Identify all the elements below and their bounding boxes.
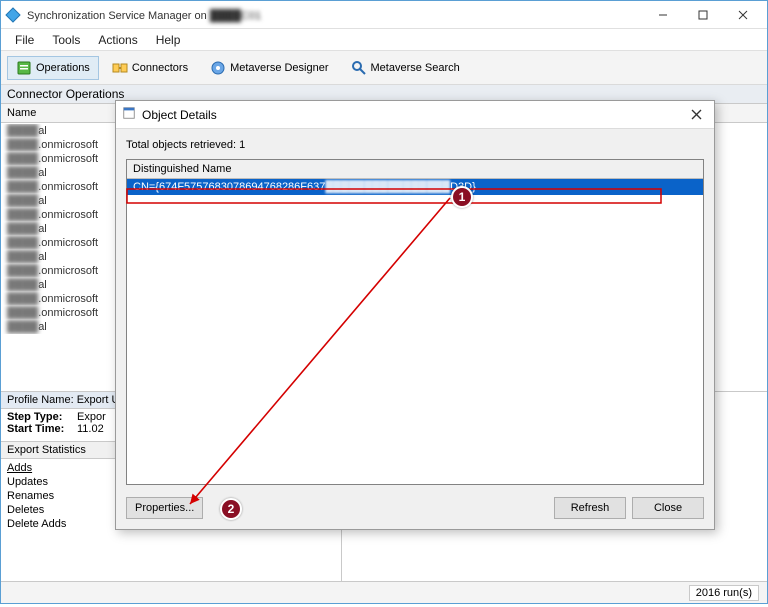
list-item[interactable]: ████al [1,194,116,208]
close-button-dialog[interactable]: Close [632,497,704,519]
toolbar-metaverse-search[interactable]: Metaverse Search [342,56,469,80]
list-item[interactable]: ████.onmicrosoft [1,138,116,152]
menu-help[interactable]: Help [148,31,189,49]
toolbar-connectors-label: Connectors [132,62,188,74]
object-details-dialog: Object Details Total objects retrieved: … [115,100,715,530]
toolbar: Operations Connectors Metaverse Designer… [1,51,767,85]
title-prefix: Synchronization Service Manager on [27,10,210,22]
minimize-button[interactable] [643,3,683,27]
dn-value-suffix: D3D} [450,181,476,193]
dialog-close-button[interactable] [684,105,708,125]
toolbar-metaverse-designer[interactable]: Metaverse Designer [201,56,337,80]
list-item[interactable]: ████al [1,124,116,138]
maximize-button[interactable] [683,3,723,27]
list-item[interactable]: ████.onmicrosoft [1,180,116,194]
metaverse-search-icon [351,60,367,76]
toolbar-operations[interactable]: Operations [7,56,99,80]
app-icon [5,7,21,23]
total-objects-label: Total objects retrieved: 1 [126,139,704,151]
list-item[interactable]: ████.onmicrosoft [1,208,116,222]
dn-value-prefix: CN={674F5757683078694768286F637 [133,181,325,193]
dialog-icon [122,106,136,123]
refresh-button[interactable]: Refresh [554,497,626,519]
menu-tools[interactable]: Tools [44,31,88,49]
start-time-value: 11.02 [77,423,104,435]
dialog-titlebar[interactable]: Object Details [116,101,714,129]
column-name[interactable]: Name [1,104,116,122]
menu-file[interactable]: File [7,31,42,49]
dn-table: Distinguished Name CN={674F5757683078694… [126,159,704,485]
dn-selected-row[interactable]: CN={674F5757683078694768286F637█████████… [127,179,703,195]
step-type-value: Expor [77,411,106,423]
toolbar-operations-label: Operations [36,62,90,74]
list-item[interactable]: ████al [1,250,116,264]
connectors-icon [112,60,128,76]
menubar: File Tools Actions Help [1,29,767,51]
list-item[interactable]: ████.onmicrosoft [1,264,116,278]
toolbar-connectors[interactable]: Connectors [103,56,197,80]
list-item[interactable]: ████al [1,166,116,180]
dn-column-header[interactable]: Distinguished Name [127,160,703,179]
toolbar-metaverse-search-label: Metaverse Search [371,62,460,74]
list-item[interactable]: ████.onmicrosoft [1,306,116,320]
title-host: ████C01 [210,10,261,22]
menu-actions[interactable]: Actions [90,31,145,49]
start-time-label: Start Time: [7,423,77,435]
dialog-body: Total objects retrieved: 1 Distinguished… [116,129,714,495]
list-item[interactable]: ████al [1,278,116,292]
window-title: Synchronization Service Manager on ████C… [27,8,643,22]
titlebar: Synchronization Service Manager on ████C… [1,1,767,29]
close-button[interactable] [723,3,763,27]
list-item[interactable]: ████al [1,222,116,236]
dialog-buttons: Properties... Refresh Close [116,495,714,529]
connector-list[interactable]: ████al████.onmicrosoft████.onmicrosoft██… [1,124,116,391]
operations-icon [16,60,32,76]
statusbar: 2016 run(s) [1,581,767,603]
list-item[interactable]: ████.onmicrosoft [1,152,116,166]
dialog-title: Object Details [142,108,684,122]
status-runs: 2016 run(s) [689,585,759,601]
toolbar-metaverse-designer-label: Metaverse Designer [230,62,328,74]
properties-button[interactable]: Properties... [126,497,203,519]
list-item[interactable]: ████.onmicrosoft [1,292,116,306]
list-item[interactable]: ████.onmicrosoft [1,236,116,250]
metaverse-designer-icon [210,60,226,76]
list-item[interactable]: ████al [1,320,116,334]
dn-value-redacted: ████████████████ [325,181,450,193]
step-type-label: Step Type: [7,411,77,423]
